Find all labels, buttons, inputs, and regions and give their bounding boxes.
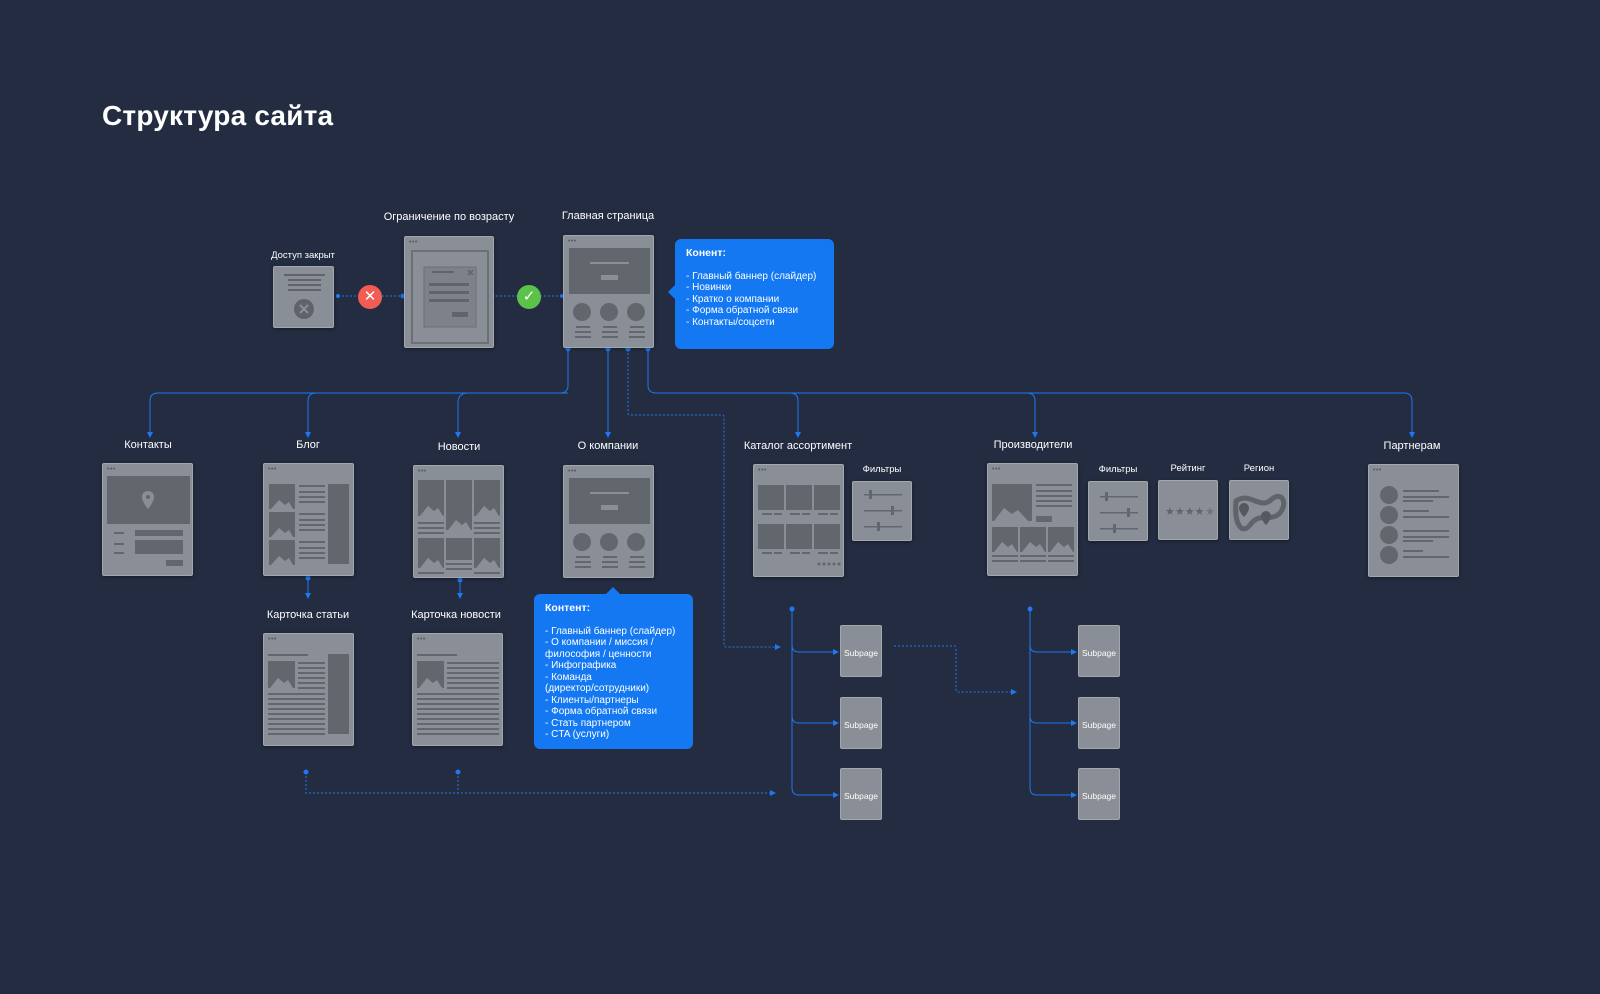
label-contacts: Контакты <box>124 439 172 451</box>
wireframe-catalog-filters <box>852 481 912 541</box>
about-note-item: (директор/сотрудники) <box>545 683 650 694</box>
about-note-heading: Контент: <box>545 602 591 614</box>
subpage-label: Subpage <box>843 720 879 730</box>
label-manuf-filters: Фильтры <box>1098 464 1138 475</box>
label-access-denied: Доступ закрыт <box>271 250 335 261</box>
wireframe-home: ••• <box>563 235 654 348</box>
manufacturer-subpage: Subpage <box>1078 697 1120 749</box>
label-manufacturers: Производители <box>993 439 1073 451</box>
wireframe-access-denied <box>273 266 334 328</box>
about-note-item: - Форма обратной связи <box>545 706 658 717</box>
subpage-label: Subpage <box>1081 791 1117 801</box>
subpage-label: Subpage <box>1081 648 1117 658</box>
wireframe-contacts: ••• <box>102 463 193 576</box>
manufacturer-subpage: Subpage <box>1078 768 1120 820</box>
about-note-item: - Клиенты/партнеры <box>545 694 639 706</box>
star-empty-icon: ★ <box>1205 505 1215 518</box>
close-icon: ✕ <box>358 285 382 309</box>
about-note-item: - Инфографика <box>545 660 617 671</box>
wireframe-article-card: ••• <box>263 633 354 746</box>
star-icon: ★★★★ <box>1165 505 1205 518</box>
wireframe-partners: ••• <box>1368 464 1459 577</box>
home-note-item: - Форма обратной связи <box>686 305 799 316</box>
about-content-note: Контент: - Главный баннер (слайдер) - О … <box>534 587 693 749</box>
wireframe-manufacturers: ••• <box>987 463 1078 576</box>
label-article-card: Карточка статьи <box>266 609 350 621</box>
wireframe-rating: ★★★★ ★ <box>1158 480 1218 540</box>
home-note-item: - Кратко о компании <box>686 293 780 305</box>
label-blog: Блог <box>296 439 320 451</box>
page-title: Структура сайта <box>102 100 334 131</box>
check-icon: ✓ <box>517 285 541 309</box>
about-note-item: - CTA (услуги) <box>545 729 610 740</box>
home-note-item: - Новинки <box>686 282 732 293</box>
label-partners: Партнерам <box>1383 440 1441 452</box>
wireframe-news: ••• <box>413 465 504 578</box>
catalog-subpage: Subpage <box>840 697 882 749</box>
home-note-item: - Главный баннер (слайдер) <box>686 270 817 282</box>
wireframe-age-gate: ••• <box>404 236 494 348</box>
wireframe-region <box>1229 480 1289 540</box>
label-home: Главная страница <box>561 210 655 222</box>
catalog-subpage: Subpage <box>840 625 882 677</box>
about-note-item: - Стать партнером <box>545 717 631 729</box>
label-about: О компании <box>577 440 639 452</box>
home-content-note: Конент: - Главный баннер (слайдер) - Нов… <box>668 239 834 349</box>
wireframe-blog: ••• <box>263 463 354 576</box>
subpage-label: Subpage <box>843 648 879 658</box>
wireframe-catalog: ••• <box>753 464 844 577</box>
about-note-item: - Главный баннер (слайдер) <box>545 625 676 637</box>
label-catalog-filters: Фильтры <box>862 464 902 475</box>
manufacturer-subpage: Subpage <box>1078 625 1120 677</box>
label-news-card: Карточка новости <box>411 609 501 621</box>
label-region: Регион <box>1243 463 1275 474</box>
about-note-item: - Команда <box>545 671 592 683</box>
subpage-label: Subpage <box>1081 720 1117 730</box>
label-news: Новости <box>437 441 481 453</box>
wireframe-about: ••• <box>563 465 654 578</box>
catalog-subpage: Subpage <box>840 768 882 820</box>
home-note-item: - Контакты/соцсети <box>686 316 775 328</box>
wireframe-manuf-filters <box>1088 481 1148 541</box>
subpage-label: Subpage <box>843 791 879 801</box>
label-catalog: Каталог ассортимент <box>743 440 853 452</box>
home-note-heading: Конент: <box>686 247 726 259</box>
about-note-item: - О компании / миссия / <box>545 637 654 648</box>
about-note-item: философия / ценности <box>545 648 652 660</box>
wireframe-news-card: ••• <box>412 633 503 746</box>
label-age-gate: Ограничение по возрасту <box>383 211 515 223</box>
label-rating: Рейтинг <box>1170 463 1206 474</box>
